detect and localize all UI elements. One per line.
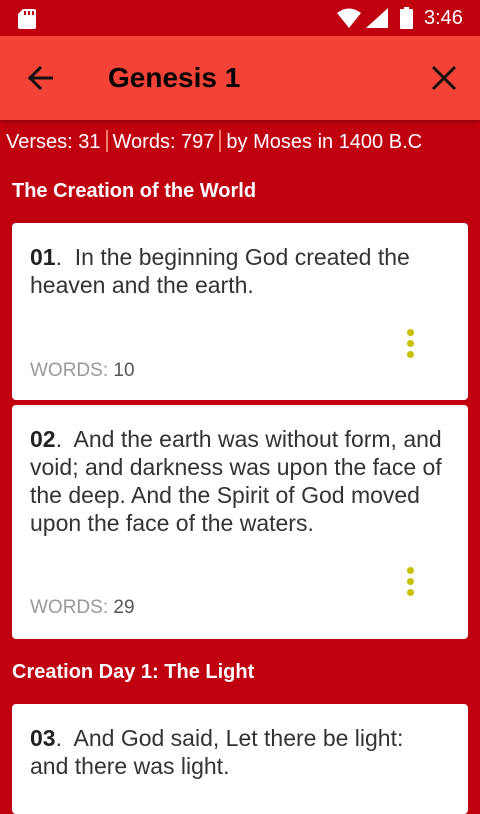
more-vert-icon — [406, 327, 414, 360]
sd-card-icon — [18, 9, 36, 29]
close-icon — [431, 65, 457, 91]
app-bar: Genesis 1 — [0, 36, 480, 120]
verse-number: 03 — [30, 725, 56, 751]
chapter-meta: Verses: 31 Words: 797 by Moses in 1400 B.C — [6, 128, 422, 156]
verse-number: 02 — [30, 426, 56, 452]
verse-count: Verses: 31 — [6, 131, 101, 153]
page-title: Genesis 1 — [108, 62, 241, 93]
verse-content: In the beginning God created the heaven … — [30, 244, 410, 298]
verse-content: And the earth was without form, and void… — [30, 426, 442, 536]
more-options-button[interactable] — [396, 323, 424, 363]
more-options-button[interactable] — [396, 561, 424, 601]
battery-icon — [400, 7, 413, 29]
verse-card[interactable]: 03. And God said, Let there be light: an… — [12, 704, 468, 814]
verse-text: 02. And the earth was without form, and … — [30, 426, 442, 536]
verse-card[interactable]: 02. And the earth was without form, and … — [12, 405, 468, 639]
verse-word-count: WORDS: 10 — [30, 360, 135, 381]
verse-card[interactable]: 01. In the beginning God created the hea… — [12, 223, 468, 400]
verse-content: And God said, Let there be light: and th… — [30, 725, 404, 779]
close-button[interactable] — [422, 56, 466, 100]
more-vert-icon — [406, 565, 414, 598]
section-heading: Creation Day 1: The Light — [12, 661, 255, 683]
signal-icon — [366, 8, 388, 28]
status-bar: 3:46 — [0, 0, 480, 36]
separator — [219, 130, 222, 152]
wifi-icon — [337, 8, 361, 28]
verse-number: 01 — [30, 244, 56, 270]
separator — [105, 130, 108, 152]
back-button[interactable] — [18, 58, 62, 98]
arrow-left-icon — [27, 66, 53, 90]
word-count: Words: 797 — [112, 131, 215, 153]
verse-word-count: WORDS: 29 — [30, 597, 135, 618]
status-time: 3:46 — [424, 7, 463, 29]
author-info: by Moses in 1400 B.C — [226, 131, 423, 153]
section-heading: The Creation of the World — [12, 180, 257, 202]
verse-text: 03. And God said, Let there be light: an… — [30, 725, 404, 779]
verse-text: 01. In the beginning God created the hea… — [30, 244, 410, 298]
